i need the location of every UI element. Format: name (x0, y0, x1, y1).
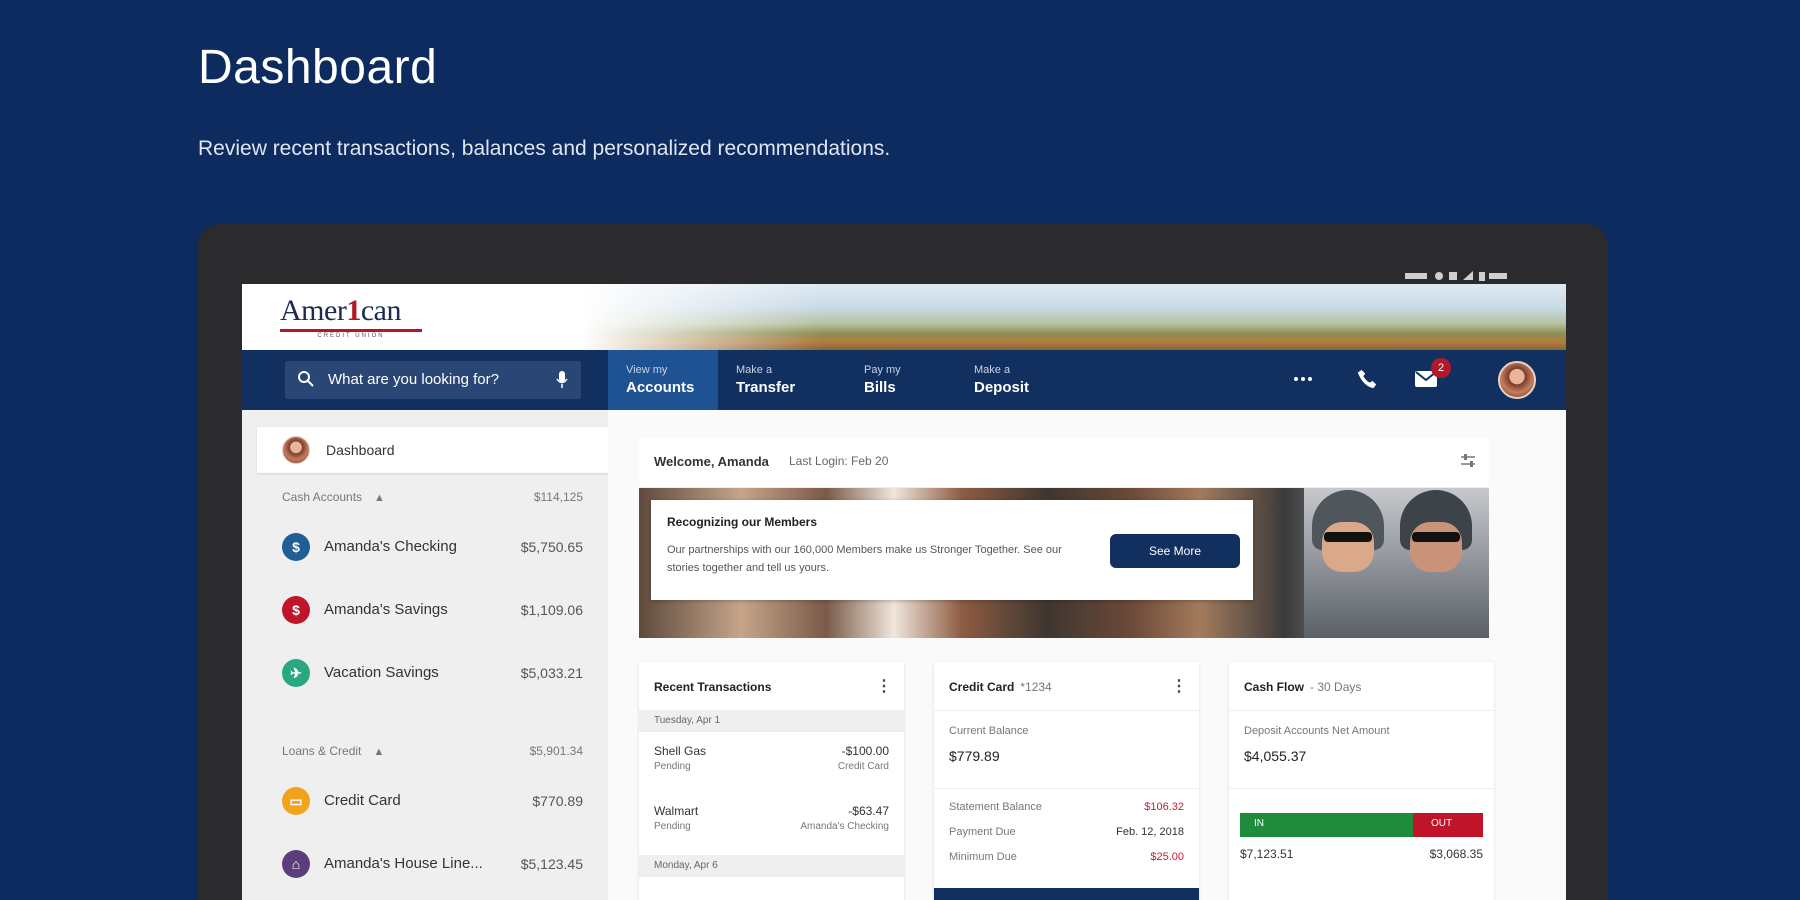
main-content: Welcome, Amanda Last Login: Feb 20 Recog… (608, 410, 1566, 900)
chevron-up-icon: ▲ (373, 746, 385, 758)
tab-deposit[interactable]: Make a Deposit (956, 350, 1076, 410)
more-vert-icon[interactable]: ⋮ (876, 676, 892, 696)
house-icon: ⌂ (282, 850, 310, 878)
sidebar-item-checking[interactable]: $ Amanda's Checking $5,750.65 (242, 527, 608, 567)
chevron-up-icon: ▲ (374, 492, 385, 504)
sidebar-item-dashboard[interactable]: Dashboard (257, 427, 608, 473)
pay-card-button-strip[interactable] (934, 888, 1199, 900)
promo-card: Recognizing our Members Our partnerships… (651, 500, 1253, 600)
flow-out-segment: OUT (1413, 813, 1483, 837)
user-avatar[interactable] (1498, 361, 1536, 399)
transaction-row[interactable]: Walmart Pending -$63.47 Amanda's Checkin… (654, 804, 889, 840)
sidebar-item-savings[interactable]: $ Amanda's Savings $1,109.06 (242, 590, 608, 630)
tab-accounts[interactable]: View my Accounts (608, 350, 718, 410)
promo-title: Recognizing our Members (667, 515, 818, 529)
more-icon[interactable] (1292, 372, 1314, 390)
dollar-icon: $ (282, 596, 310, 624)
more-vert-icon[interactable]: ⋮ (1171, 676, 1187, 696)
sidebar-item-vacation-savings[interactable]: ✈ Vacation Savings $5,033.21 (242, 653, 608, 693)
transaction-day: Monday, Apr 6 (639, 855, 904, 877)
see-more-button[interactable]: See More (1110, 534, 1240, 568)
panel-title: Credit Card *1234 (949, 680, 1052, 694)
current-balance: $779.89 (949, 748, 1000, 764)
credit-card-icon: ▭ (282, 787, 310, 815)
promo-banner: Recognizing our Members Our partnerships… (639, 488, 1489, 638)
tab-transfer[interactable]: Make a Transfer (718, 350, 838, 410)
search-input[interactable]: What are you looking for? (285, 361, 581, 399)
group-total: $114,125 (533, 490, 583, 504)
group-loans-credit[interactable]: Loans & Credit ▲ (282, 744, 384, 758)
group-cash-accounts[interactable]: Cash Accounts ▲ (282, 490, 385, 504)
net-amount: $4,055.37 (1244, 748, 1307, 764)
header-banner: Amer1can CREDIT UNION (242, 284, 1566, 350)
credit-card-panel: Credit Card *1234 ⋮ Current Balance $779.… (934, 662, 1199, 900)
promo-photo (1304, 488, 1489, 638)
flow-in-amount: $7,123.51 (1240, 847, 1294, 861)
avatar (282, 436, 310, 464)
main-navbar: What are you looking for? View my Accoun… (242, 350, 1566, 410)
app-screen: Amer1can CREDIT UNION What are you looki… (242, 284, 1566, 900)
welcome-bar: Welcome, Amanda Last Login: Feb 20 (639, 438, 1489, 488)
page-subtitle: Review recent transactions, balances and… (198, 137, 891, 160)
sidebar-item-house-line[interactable]: ⌂ Amanda's House Line... $5,123.45 (242, 844, 608, 884)
group-total: $5,901.34 (529, 744, 583, 758)
mail-badge: 2 (1431, 358, 1451, 378)
flow-out-amount: $3,068.35 (1429, 847, 1483, 861)
welcome-greeting: Welcome, Amanda (654, 454, 769, 469)
flow-in-segment: IN (1240, 813, 1413, 837)
microphone-icon[interactable] (555, 370, 569, 394)
cash-flow-panel: Cash Flow - 30 Days Deposit Accounts Net … (1229, 662, 1494, 900)
sidebar: Dashboard Cash Accounts ▲ $114,125 $ Aman… (242, 410, 608, 900)
transaction-day: Tuesday, Apr 1 (639, 710, 904, 732)
transaction-row[interactable]: Shell Gas Pending -$100.00 Credit Card (654, 744, 889, 780)
airplane-icon: ✈ (282, 659, 310, 687)
search-icon (297, 370, 315, 392)
settings-sliders-icon[interactable] (1459, 452, 1477, 475)
tab-bills[interactable]: Pay my Bills (846, 350, 956, 410)
phone-icon[interactable] (1356, 368, 1378, 395)
american-logo[interactable]: Amer1can CREDIT UNION (280, 294, 422, 339)
last-login: Last Login: Feb 20 (789, 454, 889, 468)
status-bar (1405, 270, 1530, 285)
recent-transactions-panel: Recent Transactions ⋮ Tuesday, Apr 1 She… (639, 662, 904, 900)
panel-title: Recent Transactions (654, 680, 772, 694)
search-placeholder: What are you looking for? (328, 371, 499, 388)
page-title: Dashboard (198, 41, 438, 94)
promo-description: Our partnerships with our 160,000 Member… (667, 544, 1062, 574)
dollar-icon: $ (282, 533, 310, 561)
cash-flow-bar: IN OUT (1240, 813, 1483, 837)
sidebar-item-credit-card[interactable]: ▭ Credit Card $770.89 (242, 781, 608, 821)
panel-title: Cash Flow - 30 Days (1244, 680, 1362, 694)
